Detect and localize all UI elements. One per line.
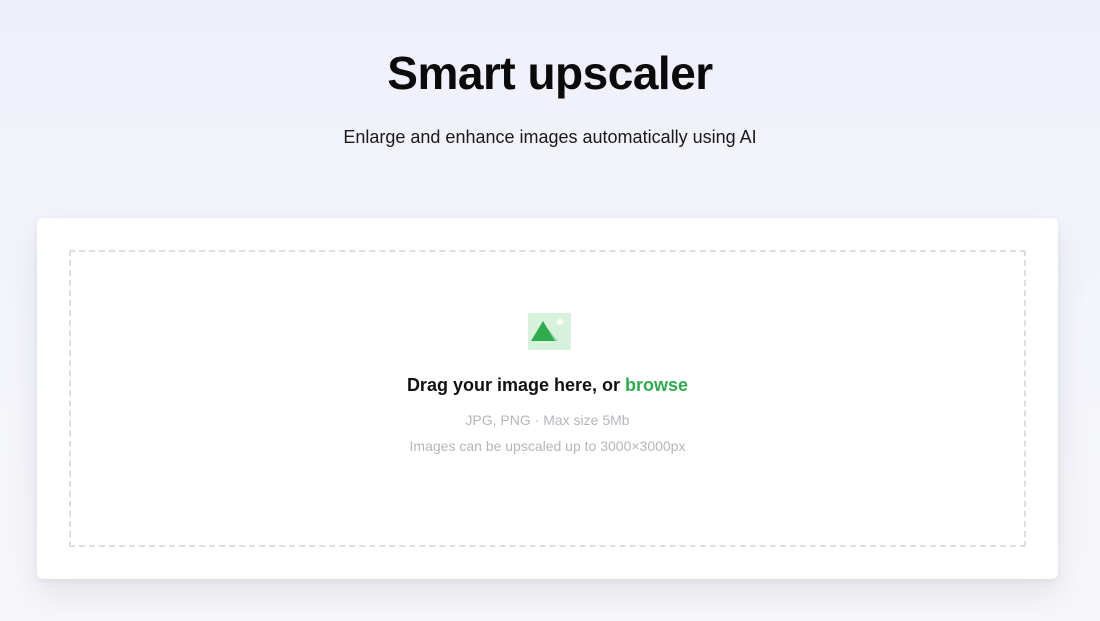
drop-zone-heading-text: Drag your image here, or <box>406 375 626 395</box>
browse-link[interactable]: browse <box>625 375 688 395</box>
image-drop-zone[interactable]: Drag your image here, or browse JPG, PNG… <box>69 250 1026 547</box>
image-icon <box>528 313 571 350</box>
page-title: Smart upscaler <box>387 47 713 99</box>
size-limit-hint: Images can be upscaled up to 3000×3000px <box>409 438 686 454</box>
file-format-hint: JPG, PNG · Max size 5Mb <box>465 412 630 428</box>
page-subtitle: Enlarge and enhance images automatically… <box>343 127 757 147</box>
upload-card: Drag your image here, or browse JPG, PNG… <box>37 218 1058 579</box>
drop-zone-heading: Drag your image here, or browse <box>71 374 1024 396</box>
